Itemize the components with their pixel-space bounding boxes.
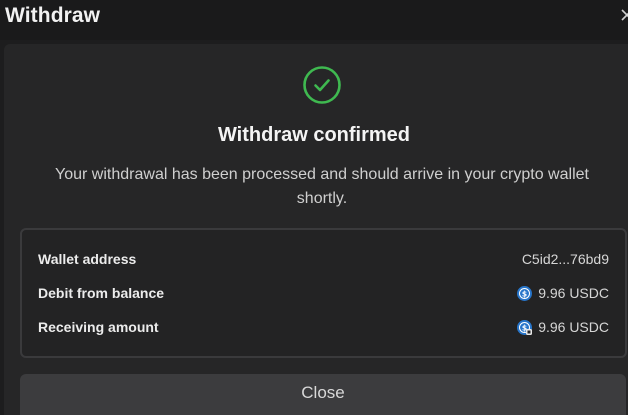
debit-value: $ 9.96 USDC	[517, 285, 609, 301]
wallet-address-label: Wallet address	[38, 251, 137, 267]
receiving-label: Receiving amount	[38, 319, 159, 335]
close-button[interactable]: Close	[20, 374, 626, 415]
detail-row-wallet-address: Wallet address C5id2...76bd9	[38, 251, 609, 271]
wallet-address-value: C5id2...76bd9	[522, 251, 609, 267]
close-icon[interactable]	[620, 7, 628, 25]
usdc-icon: $	[517, 285, 533, 301]
wallet-address-text: C5id2...76bd9	[521, 251, 609, 267]
usdc-network-icon: $	[517, 319, 533, 335]
receiving-amount: 9.96 USDC	[538, 319, 609, 335]
svg-text:$: $	[522, 289, 527, 298]
success-check-icon	[302, 65, 342, 105]
dialog-title: Withdraw	[5, 4, 101, 27]
withdraw-details-card: Wallet address C5id2...76bd9 Debit from …	[20, 228, 627, 358]
confirmation-heading: Withdraw confirmed	[217, 124, 411, 146]
dialog-titlebar: Withdraw	[0, 0, 628, 40]
receiving-value: $ 9.96 USDC	[517, 319, 609, 335]
debit-amount: 9.96 USDC	[538, 285, 609, 301]
detail-row-debit: Debit from balance $ 9.96 USDC	[38, 285, 609, 305]
confirmation-message: Your withdrawal has been processed and s…	[55, 166, 589, 207]
detail-row-receiving: Receiving amount $ 9.96 USDC	[38, 319, 609, 339]
debit-label: Debit from balance	[38, 285, 165, 301]
